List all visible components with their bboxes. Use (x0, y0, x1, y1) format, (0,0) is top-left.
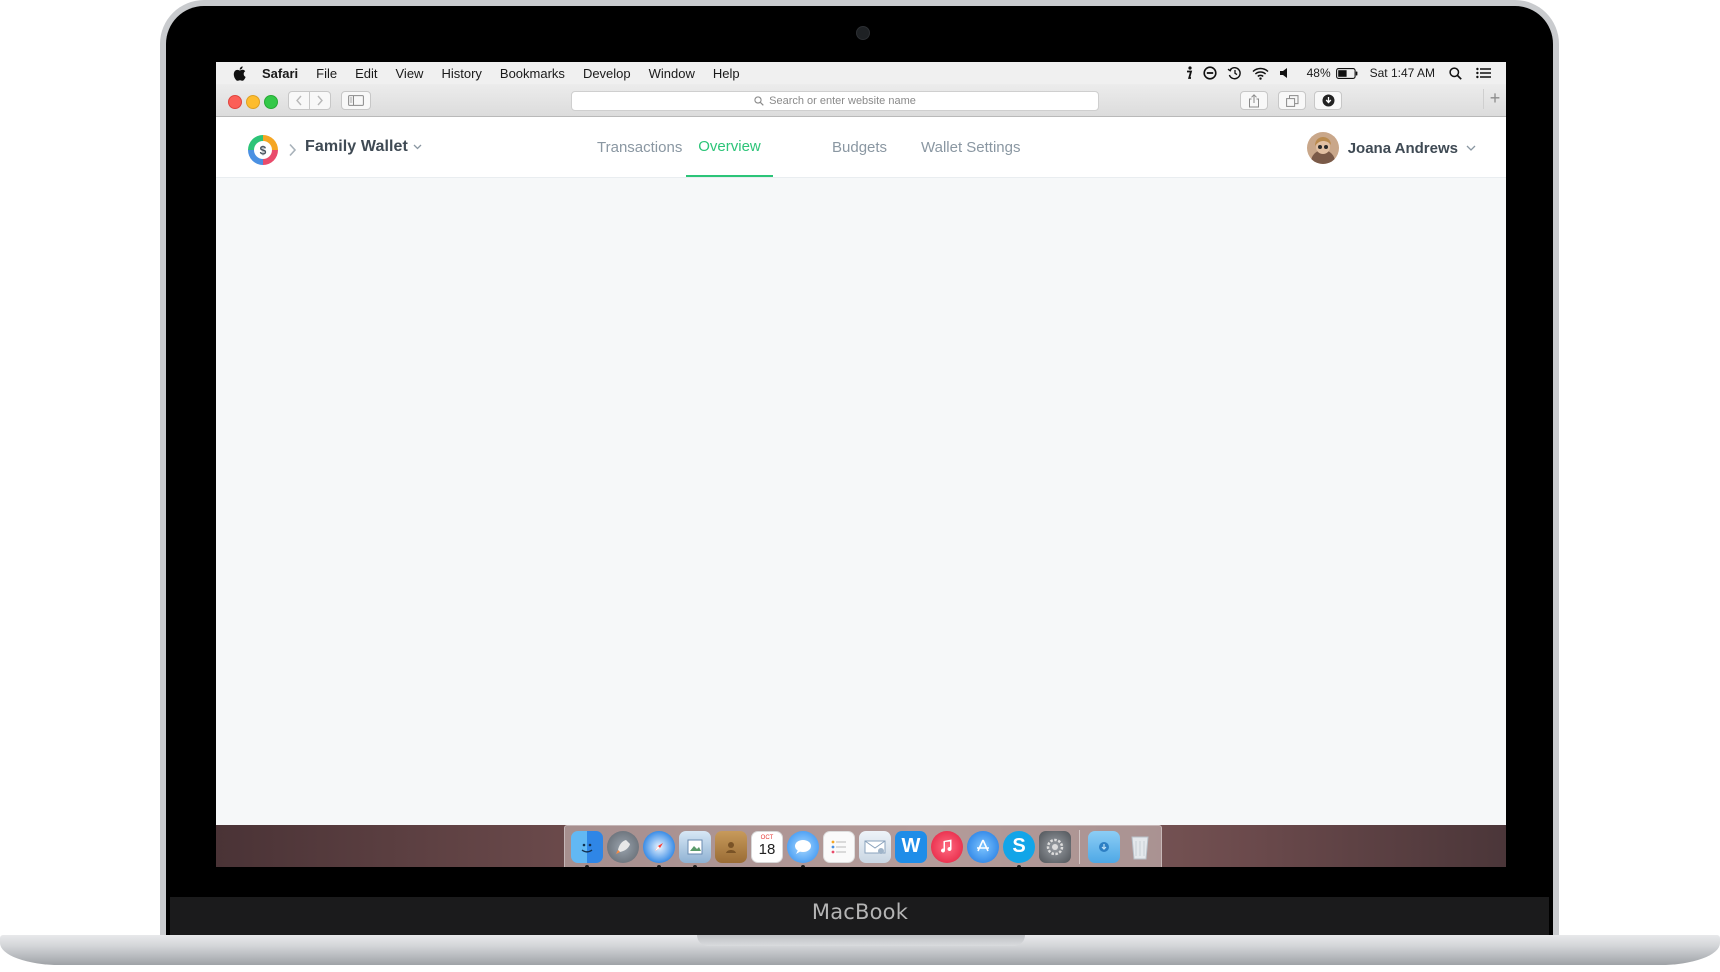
search-icon (754, 96, 764, 106)
safari-icon[interactable] (643, 830, 675, 867)
download-icon (1322, 94, 1334, 107)
camera (856, 26, 870, 40)
wifi-icon[interactable] (1252, 67, 1269, 80)
new-tab-button[interactable]: + (1483, 89, 1506, 109)
tab-transactions[interactable]: Transactions (597, 117, 682, 177)
menu-history[interactable]: History (441, 66, 481, 81)
share-button[interactable] (1240, 91, 1268, 110)
window-zoom-button[interactable] (264, 95, 278, 109)
breadcrumb-chevron-icon (288, 143, 297, 162)
avatar (1306, 132, 1339, 164)
chevron-left-icon (296, 95, 302, 106)
volume-icon[interactable] (1279, 67, 1291, 79)
sidebar-icon (348, 95, 364, 106)
chevron-right-icon (317, 95, 323, 106)
tab-wallet-settings[interactable]: Wallet Settings (921, 117, 1021, 177)
mail-icon[interactable] (859, 830, 891, 863)
screen: Safari File Edit View History Bookmarks … (216, 62, 1506, 867)
window-close-button[interactable] (228, 95, 242, 109)
main-content (216, 178, 1506, 808)
menu-window[interactable]: Window (649, 66, 695, 81)
forward-button[interactable] (309, 91, 331, 110)
chevron-down-icon (413, 144, 422, 150)
laptop-hinge-notch (697, 935, 1025, 946)
system-preferences-icon[interactable] (1039, 830, 1071, 863)
macbook-label: MacBook (811, 900, 909, 924)
tabs-icon (1285, 94, 1298, 107)
notification-center-icon[interactable] (1476, 67, 1491, 79)
info-icon[interactable] (1185, 66, 1193, 80)
time-machine-icon[interactable] (1227, 66, 1242, 80)
downloads-folder-icon[interactable] (1088, 830, 1120, 863)
messages-icon[interactable] (787, 830, 819, 867)
sidebar-toggle-button[interactable] (341, 91, 371, 110)
apple-menu-icon[interactable] (233, 65, 249, 81)
spotlight-icon[interactable] (1449, 66, 1462, 80)
dock-separator (1079, 829, 1080, 864)
skype-letter: S (1012, 835, 1026, 857)
menu-edit[interactable]: Edit (355, 66, 377, 81)
calendar-icon[interactable]: OCT 18 (751, 830, 783, 863)
wallet-switcher[interactable]: Family Wallet (305, 138, 422, 156)
battery-percent: 48% (1306, 66, 1331, 80)
clock[interactable]: Sat 1:47 AM (1370, 66, 1435, 80)
app-header: $ Family Wallet Transactions Overview Bu… (216, 117, 1506, 178)
plus-icon: + (1489, 88, 1501, 108)
do-not-disturb-icon[interactable] (1202, 66, 1217, 80)
menu-bookmarks[interactable]: Bookmarks (500, 66, 565, 81)
menu-file[interactable]: File (316, 66, 337, 81)
window-minimize-button[interactable] (246, 95, 260, 109)
contacts-icon[interactable] (715, 830, 747, 863)
trash-icon[interactable] (1124, 831, 1156, 863)
menu-bar: Safari File Edit View History Bookmarks … (216, 62, 1506, 85)
wallet-name: Family Wallet (305, 138, 408, 155)
browser-toolbar: Search or enter website name (216, 84, 1506, 117)
preview-icon[interactable] (679, 830, 711, 867)
share-icon (1249, 93, 1259, 107)
finder-icon[interactable] (571, 830, 603, 867)
itunes-icon[interactable] (931, 830, 963, 863)
menu-app-safari[interactable]: Safari (262, 66, 298, 81)
menu-develop[interactable]: Develop (583, 66, 631, 81)
word-icon[interactable]: W (895, 830, 927, 863)
launchpad-icon[interactable] (607, 830, 639, 863)
skype-icon[interactable]: S (1003, 830, 1035, 867)
svg-text:$: $ (260, 144, 267, 158)
dock: OCT 18 W S (564, 825, 1162, 867)
address-bar[interactable]: Search or enter website name (571, 91, 1099, 111)
app-store-icon[interactable] (967, 830, 999, 863)
calendar-day: 18 (758, 841, 776, 858)
menu-help[interactable]: Help (713, 66, 740, 81)
user-name: Joana Andrews (1347, 139, 1458, 157)
app-logo-icon[interactable]: $ (247, 134, 279, 166)
chevron-down-icon (1466, 145, 1476, 151)
menu-view[interactable]: View (396, 66, 424, 81)
address-placeholder: Search or enter website name (769, 95, 916, 107)
reminders-icon[interactable] (823, 830, 855, 863)
user-menu[interactable]: Joana Andrews (1306, 132, 1476, 164)
tab-overview[interactable]: Overview (686, 117, 773, 177)
tabs-overview-button[interactable] (1278, 91, 1306, 110)
battery-icon[interactable] (1335, 67, 1358, 79)
tab-budgets[interactable]: Budgets (832, 117, 887, 177)
downloads-button[interactable] (1314, 91, 1342, 110)
status-area: 48% Sat 1:47 AM (1175, 62, 1506, 84)
back-button[interactable] (288, 91, 310, 110)
word-letter: W (901, 835, 921, 857)
